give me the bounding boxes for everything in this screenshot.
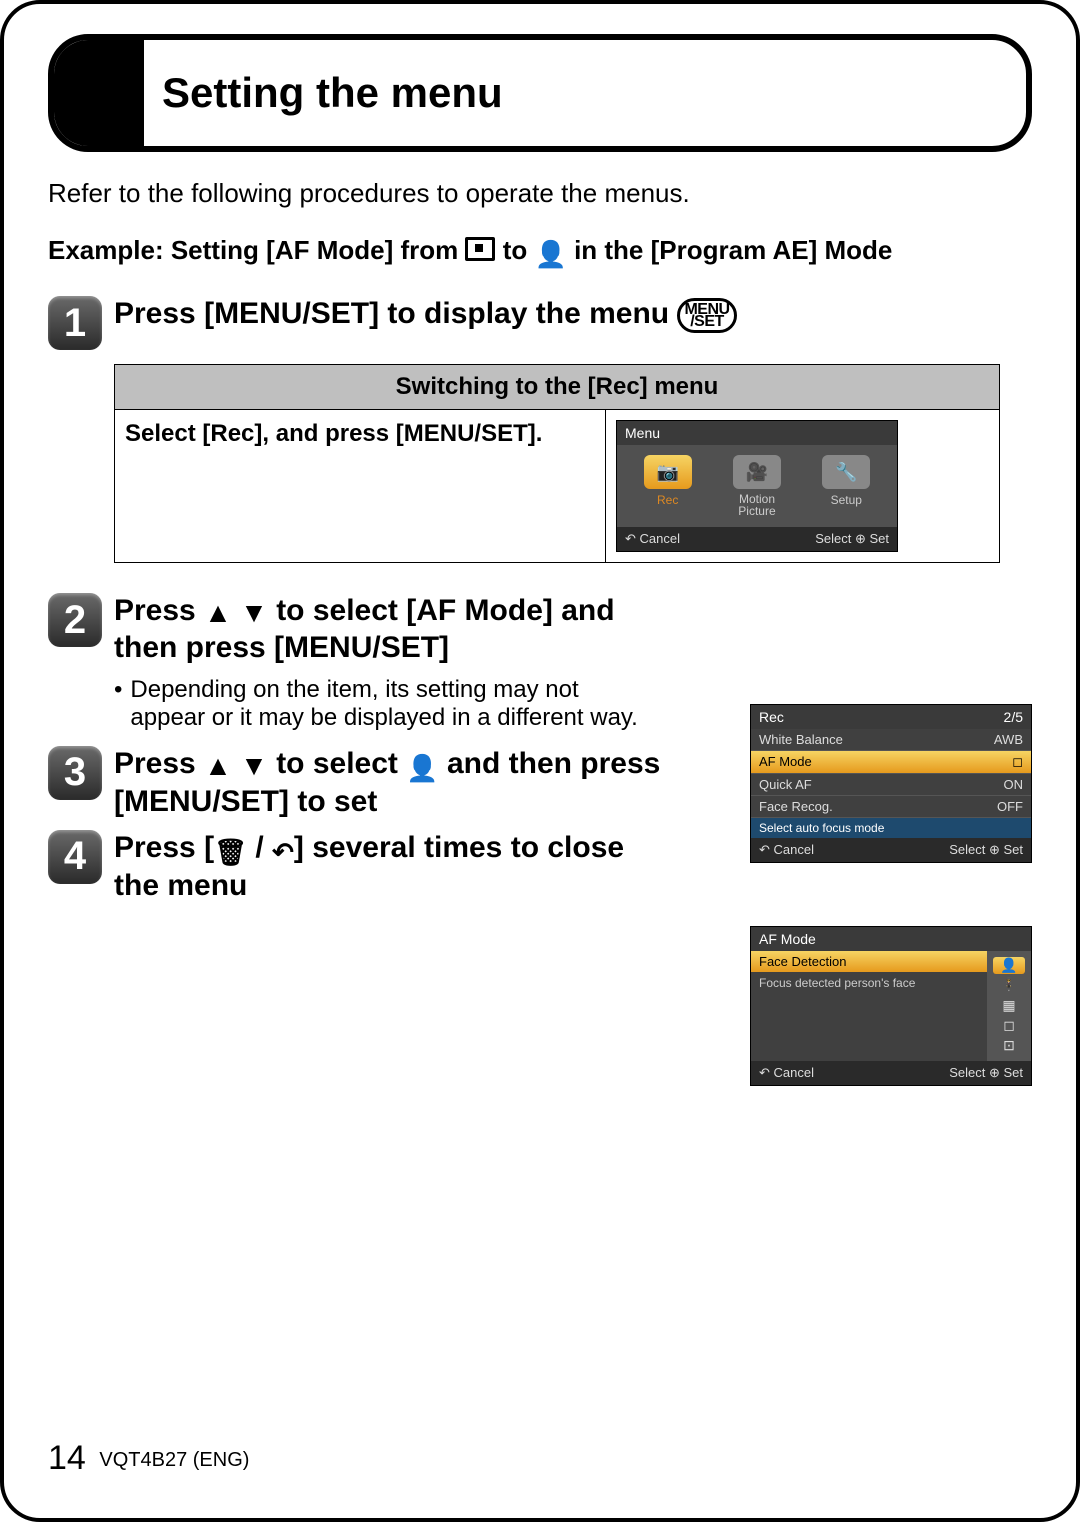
step-1: 1 Press [MENU/SET] to display the menu M… — [48, 296, 1032, 350]
step-3-heading: Press ▲ ▼ to select 👤 and then press [ME… — [114, 746, 674, 820]
up-arrow-icon: ▲ — [204, 750, 232, 781]
af-option-multi-icon: ▦ — [987, 997, 1031, 1014]
section-title: Setting the menu — [48, 34, 1032, 152]
step-2-heading: Press ▲ ▼ to select [AF Mode] and then p… — [114, 593, 674, 666]
select-set-label: Select ⊕ Set — [815, 531, 889, 547]
tile-motion-picture: 🎥 Motion Picture — [722, 455, 792, 517]
wrench-icon: 🔧 — [822, 455, 870, 489]
page-number: 14 — [48, 1439, 86, 1477]
step-1-heading: Press [MENU/SET] to display the menu MEN… — [114, 296, 737, 333]
doc-code: VQT4B27 (ENG) — [99, 1449, 249, 1471]
step-4-heading: Press [🗑 / ↶] several times to close the… — [114, 830, 674, 904]
cancel-label: ↶ Cancel — [759, 842, 814, 858]
switch-rec-table: Switching to the [Rec] menu Select [Rec]… — [114, 364, 1000, 563]
menu-set-icon: MENU/SET — [677, 298, 736, 333]
camera-menu-screen-2: Rec 2/5 White BalanceAWB AF Mode◻ Quick … — [750, 704, 1032, 863]
tile-setup: 🔧 Setup — [811, 455, 881, 517]
select-set-label: Select ⊕ Set — [949, 1065, 1023, 1081]
step-number-2: 2 — [48, 593, 102, 647]
example-text: Example: Setting [AF Mode] from to 👤 in … — [48, 235, 1032, 270]
tile-rec: 📷 Rec — [633, 455, 703, 517]
intro-text: Refer to the following procedures to ope… — [48, 178, 1032, 209]
trash-icon: 🗑 — [214, 837, 247, 867]
up-arrow-icon: ▲ — [204, 597, 232, 628]
step-2: 2 Press ▲ ▼ to select [AF Mode] and then… — [48, 593, 1032, 666]
camera-menu-screen-1: Menu 📷 Rec 🎥 Motion Picture 🔧 Setup — [616, 420, 898, 552]
face-detect-icon: 👤 — [406, 753, 438, 783]
row-white-balance: White BalanceAWB — [751, 729, 1031, 751]
af-option-1area-icon: ◻ — [987, 1017, 1031, 1034]
screen2-page: 2/5 — [1004, 709, 1023, 725]
screen3-title: AF Mode — [759, 931, 816, 947]
row-af-mode: AF Mode◻ — [751, 751, 1031, 774]
switch-instruction: Select [Rec], and press [MENU/SET]. — [115, 410, 606, 563]
return-icon: ↶ — [272, 837, 294, 867]
screen1-title: Menu — [625, 425, 660, 441]
step-number-1: 1 — [48, 296, 102, 350]
switch-header: Switching to the [Rec] menu — [115, 365, 1000, 410]
step-2-note: •Depending on the item, its setting may … — [114, 676, 654, 732]
select-set-label: Select ⊕ Set — [949, 842, 1023, 858]
step-number-4: 4 — [48, 830, 102, 884]
cancel-label: ↶ Cancel — [625, 531, 680, 547]
face-detect-icon: 👤 — [534, 239, 566, 269]
camera-menu-screen-3: AF Mode Face Detection Focus detected pe… — [750, 926, 1032, 1086]
cancel-label: ↶ Cancel — [759, 1065, 814, 1081]
square-icon — [465, 237, 495, 261]
camera-icon: 📷 — [644, 455, 692, 489]
section-title-text: Setting the menu — [144, 40, 503, 146]
video-icon: 🎥 — [733, 455, 781, 489]
row-face-detection: Face Detection — [751, 951, 987, 972]
switch-screenshot: Menu 📷 Rec 🎥 Motion Picture 🔧 Setup — [606, 410, 1000, 563]
af-option-tracking-icon: 🕴 — [987, 977, 1031, 994]
screen2-hint: Select auto focus mode — [751, 818, 1031, 838]
step-number-3: 3 — [48, 746, 102, 800]
screen2-title: Rec — [759, 709, 784, 725]
row-face-recog: Face Recog.OFF — [751, 796, 1031, 818]
af-option-face-icon: 👤 — [993, 957, 1025, 974]
af-option-spot-icon: ⊡ — [987, 1037, 1031, 1054]
page-footer: 14 VQT4B27 (ENG) — [48, 1439, 249, 1478]
row-quick-af: Quick AFON — [751, 774, 1031, 796]
down-arrow-icon: ▼ — [240, 597, 268, 628]
screen3-desc: Focus detected person's face — [751, 972, 987, 994]
down-arrow-icon: ▼ — [240, 750, 268, 781]
